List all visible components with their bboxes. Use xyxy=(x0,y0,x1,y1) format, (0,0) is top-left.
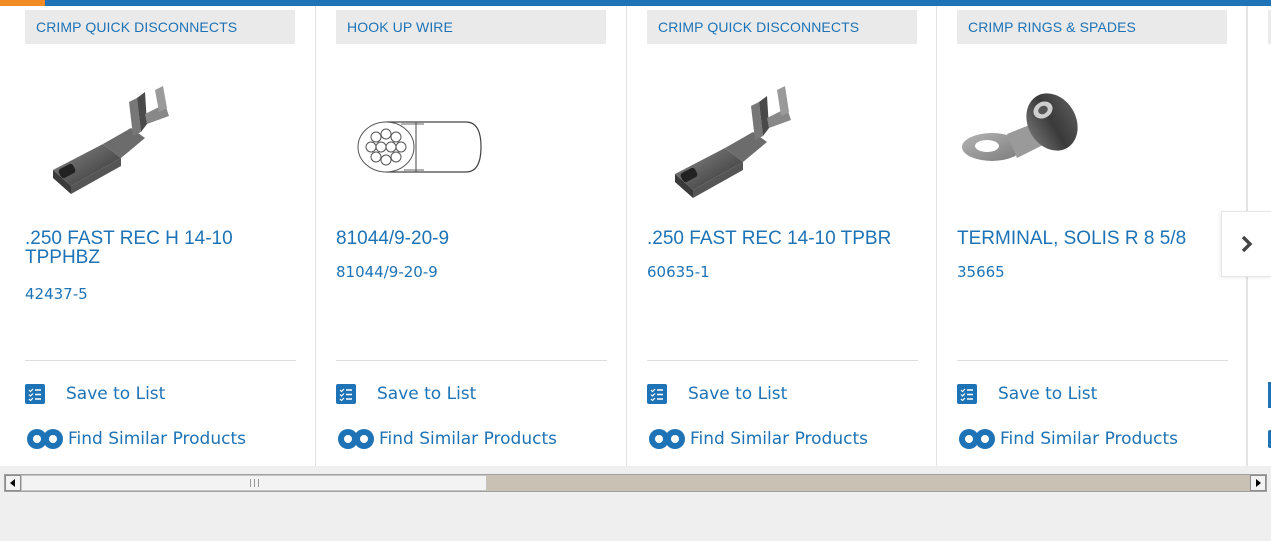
binoculars-icon xyxy=(959,429,995,449)
binoculars-icon xyxy=(338,429,374,449)
product-name-link[interactable]: .250 FAST REC H 14-10 TPPHBZ xyxy=(25,229,290,267)
card-divider xyxy=(25,360,296,361)
ring-terminal-icon[interactable] xyxy=(957,62,1117,202)
checklist-icon xyxy=(957,384,977,404)
horizontal-scrollbar[interactable] xyxy=(4,474,1267,492)
product-part-number-link[interactable]: 42437-5 xyxy=(25,285,88,303)
save-to-list-button[interactable]: Save to List xyxy=(25,382,165,406)
find-similar-products-button[interactable]: Find Similar Products xyxy=(336,426,557,452)
arrow-left-icon xyxy=(10,479,15,487)
checklist-icon xyxy=(647,384,667,404)
product-name-link[interactable]: .250 FAST REC 14-10 TPBR xyxy=(647,229,912,248)
product-card: CRIMP RINGS & SPADES TERMINAL, SOLIS R 8… xyxy=(937,6,1247,466)
scrollbar-thumb[interactable] xyxy=(21,475,487,491)
arrow-right-icon xyxy=(1256,479,1261,487)
stranded-wire-icon[interactable] xyxy=(326,62,486,202)
card-divider xyxy=(336,360,607,361)
product-card: HOOK UP WIRE 81044/9-20-9 81044/9-20-9 S… xyxy=(316,6,627,466)
product-category-tag[interactable]: HOOK UP WIRE xyxy=(336,10,606,44)
find-similar-products-button[interactable]: Find Similar Products xyxy=(957,426,1178,452)
carousel-next-button[interactable] xyxy=(1221,211,1271,277)
product-category-tag[interactable]: CRIMP RINGS & SPADES xyxy=(957,10,1227,44)
product-category-tag[interactable]: CRIMP QUICK DISCONNECTS xyxy=(647,10,917,44)
product-part-number-link[interactable]: 35665 xyxy=(957,263,1005,281)
product-card: CRIMP QUICK DISCONNECTS .250 FAST REC H … xyxy=(5,6,316,466)
product-name-link[interactable]: 81044/9-20-9 xyxy=(336,229,601,248)
product-carousel: CRIMP QUICK DISCONNECTS .250 FAST REC H … xyxy=(0,0,1271,466)
checklist-icon xyxy=(25,384,45,404)
product-name-link[interactable]: TERMINAL, SOLIS R 8 5/8 xyxy=(957,229,1222,248)
scrollbar-grip xyxy=(249,479,259,487)
save-to-list-button[interactable]: Save to List xyxy=(957,382,1097,406)
save-to-list-label: Save to List xyxy=(688,384,788,404)
save-to-list-button[interactable]: Save to List xyxy=(336,382,476,406)
save-to-list-button[interactable]: Save to List xyxy=(647,382,787,406)
product-category-tag[interactable]: CRIMP QUICK DISCONNECTS xyxy=(25,10,295,44)
checklist-icon xyxy=(336,384,356,404)
product-part-number-link[interactable]: 60635-1 xyxy=(647,263,710,281)
find-similar-label: Find Similar Products xyxy=(690,429,868,449)
scroll-right-button[interactable] xyxy=(1250,475,1266,491)
card-divider xyxy=(647,360,918,361)
chevron-right-icon xyxy=(1241,235,1252,253)
quick-disconnect-terminal-icon[interactable] xyxy=(655,62,815,202)
find-similar-label: Find Similar Products xyxy=(379,429,557,449)
find-similar-products-button[interactable]: Find Similar Products xyxy=(25,426,246,452)
card-divider xyxy=(957,360,1228,361)
quick-disconnect-terminal-icon[interactable] xyxy=(33,62,193,202)
product-part-number-link[interactable]: 81044/9-20-9 xyxy=(336,263,438,281)
binoculars-icon xyxy=(27,429,63,449)
save-to-list-label: Save to List xyxy=(66,384,166,404)
save-to-list-label: Save to List xyxy=(377,384,477,404)
scroll-left-button[interactable] xyxy=(5,475,21,491)
find-similar-label: Find Similar Products xyxy=(68,429,246,449)
save-to-list-label: Save to List xyxy=(998,384,1098,404)
find-similar-label: Find Similar Products xyxy=(1000,429,1178,449)
product-card: CRIMP QUICK DISCONNECTS .250 FAST REC 14… xyxy=(627,6,937,466)
binoculars-icon xyxy=(649,429,685,449)
scrollbar-track[interactable] xyxy=(487,475,1250,491)
find-similar-products-button[interactable]: Find Similar Products xyxy=(647,426,868,452)
